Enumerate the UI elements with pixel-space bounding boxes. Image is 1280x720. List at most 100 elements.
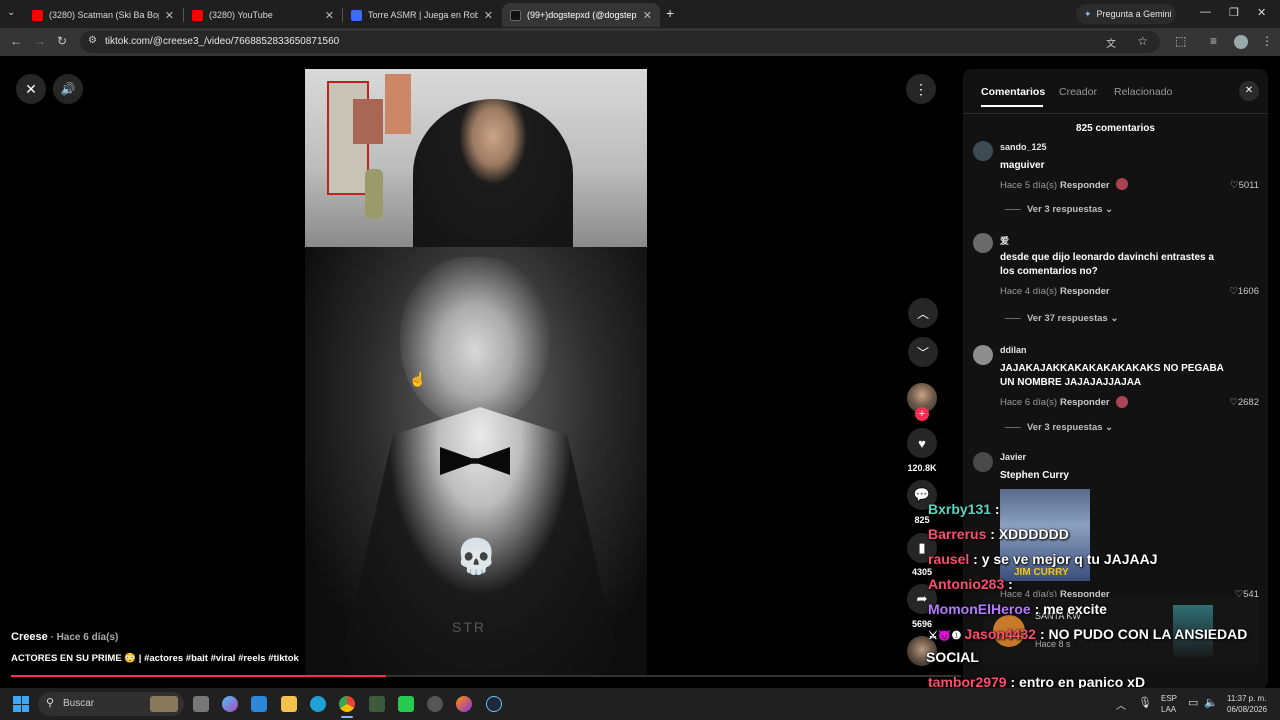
extensions-icon[interactable]: ⬚ [1175,34,1186,48]
profile-avatar[interactable] [1234,35,1248,49]
edge-icon[interactable] [310,696,326,712]
chrome-icon[interactable] [339,696,355,712]
comment-username[interactable]: 爱 [1000,234,1009,247]
taskbar-search[interactable]: ⚲ Buscar [38,692,184,716]
heart-icon: ♥ [918,435,926,451]
comment-username[interactable]: ddilan [1000,345,1027,355]
minimize-icon[interactable]: — [1200,6,1211,18]
comment-count-heading: 825 comentarios [1076,123,1155,134]
author-name[interactable]: Creese [11,631,48,643]
view-replies-button[interactable]: Ver 3 respuestas ⌄ [1005,204,1113,215]
tray-chevron-icon[interactable]: ︿ [1116,697,1126,712]
back-icon[interactable]: ← [10,34,22,48]
comment-username[interactable]: sando_125 [1000,142,1047,152]
chat-message: Bxrby131 : [928,501,1000,517]
browser-tab-3[interactable]: Torre ASMR | Juega en Roblox ✕ [343,3,501,27]
previous-video-button[interactable]: ︿ [908,298,938,328]
reply-button[interactable]: Responder [1060,397,1110,408]
reload-icon[interactable]: ↻ [57,34,67,48]
avatar[interactable] [973,452,993,472]
tab-search-chevron-icon[interactable]: ⌄ [7,7,15,18]
url-text: tiktok.com/@creese3_/video/7668852833650… [105,36,340,47]
volume-icon[interactable]: 🔈 [1204,696,1218,709]
close-icon[interactable]: ✕ [643,9,652,22]
like-count[interactable]: ♡2682 [1209,397,1259,408]
window-close-icon[interactable]: ✕ [1257,6,1266,19]
tab-comments[interactable]: Comentarios [981,86,1045,98]
address-bar-row: ← → ↻ ⚙ tiktok.com/@creese3_/video/76688… [0,28,1280,56]
follow-plus-icon[interactable]: + [915,407,929,421]
browser-tab-2[interactable]: (3280) YouTube ✕ [184,3,342,27]
menu-icon[interactable]: ⋮ [1261,34,1273,48]
restore-icon[interactable]: ❐ [1229,6,1239,19]
steam-icon[interactable] [486,696,502,712]
wall-poster [385,74,411,134]
close-panel-button[interactable]: ✕ [1239,81,1259,101]
chat-text: : [991,501,1000,517]
bookmark-star-icon[interactable]: ☆ [1137,34,1148,48]
avatar[interactable] [973,345,993,365]
view-replies-button[interactable]: Ver 3 respuestas ⌄ [1005,422,1113,433]
tab-active-underline [981,105,1043,107]
comment-username[interactable]: Javier [1000,452,1026,462]
clock-date[interactable]: 06/08/2026 [1227,705,1267,714]
file-explorer-icon[interactable] [281,696,297,712]
creator-liked-icon [1116,178,1128,190]
more-options-button[interactable]: ⋮ [906,74,936,104]
reply-button[interactable]: Responder [1060,286,1110,297]
url-field[interactable]: ⚙ tiktok.com/@creese3_/video/76688528336… [80,31,1160,53]
gemini-button[interactable]: ✦ Pregunta a Gemini [1076,4,1176,24]
bookmark-icon: ▮ [918,540,926,555]
chat-badge-icons: ⚔😈❶ [928,630,965,642]
site-info-icon[interactable]: ⚙ [88,35,97,46]
chat-user: rausel [928,551,970,567]
like-count[interactable]: ♡5011 [1209,180,1259,191]
windows-start-icon[interactable] [13,696,29,712]
forward-icon[interactable]: → [34,34,46,48]
microphone [365,169,383,219]
translate-icon[interactable]: 文 [1106,35,1116,50]
chat-message: Antonio283 : [928,576,1013,592]
language-indicator-bottom[interactable]: LAA [1161,705,1176,714]
close-icon[interactable]: ✕ [165,9,174,22]
avatar[interactable] [973,233,993,253]
volume-button[interactable]: 🔊 [53,74,83,104]
terminal-icon[interactable] [369,696,385,712]
new-tab-button[interactable]: + [666,5,674,21]
media-icon[interactable]: ≡ [1210,34,1217,48]
close-icon[interactable]: ✕ [484,9,493,22]
tab-title: (3280) YouTube [209,10,273,20]
network-icon[interactable]: ▭ [1188,696,1198,709]
settings-gear-icon[interactable] [427,696,443,712]
heart-outline-icon: ♡ [1230,180,1239,191]
roblox-icon [351,9,362,21]
video-player[interactable]: 💀 STR ☝ [305,69,647,677]
creator-liked-icon [1116,396,1128,408]
clock-time[interactable]: 11:37 p. m. [1227,694,1266,703]
game-icon[interactable] [398,696,414,712]
like-count[interactable]: ♡1606 [1209,286,1259,297]
browser-tab-4[interactable]: (99+)dogstepxd (@dogstepxd) ✕ [502,3,660,27]
avatar[interactable] [973,141,993,161]
taskbar: ⚲ Buscar ︿ 🎙 ESP LAA ▭ 🔈 11:37 p. m. 06/… [0,688,1280,720]
video-author-line: Creese · Hace 6 día(s) [11,631,118,643]
store-icon[interactable] [251,696,267,712]
panel-divider [963,113,1268,114]
tab-related[interactable]: Relacionado [1114,86,1172,98]
tab-creator[interactable]: Creador [1059,86,1097,98]
language-indicator-top[interactable]: ESP [1161,694,1177,703]
task-view-icon[interactable] [193,696,209,712]
comments-panel: Comentarios Creador Relacionado ✕ 825 co… [963,69,1268,689]
close-video-button[interactable]: ✕ [16,74,46,104]
microphone-icon[interactable]: 🎙 [1138,696,1152,709]
close-icon[interactable]: ✕ [325,9,334,22]
like-button[interactable]: ♥ [907,428,937,458]
chat-user: Antonio283 [928,576,1005,592]
browser-tab-1[interactable]: (3280) Scatman (Ski Ba Bop Ba ✕ [24,3,182,27]
view-replies-button[interactable]: Ver 37 respuestas ⌄ [1005,313,1118,324]
next-video-button[interactable]: ﹀ [908,337,938,367]
reply-button[interactable]: Responder [1060,180,1110,191]
copilot-icon[interactable] [222,696,238,712]
chat-text: SOCIAL [926,649,979,665]
firefox-icon[interactable] [456,696,472,712]
